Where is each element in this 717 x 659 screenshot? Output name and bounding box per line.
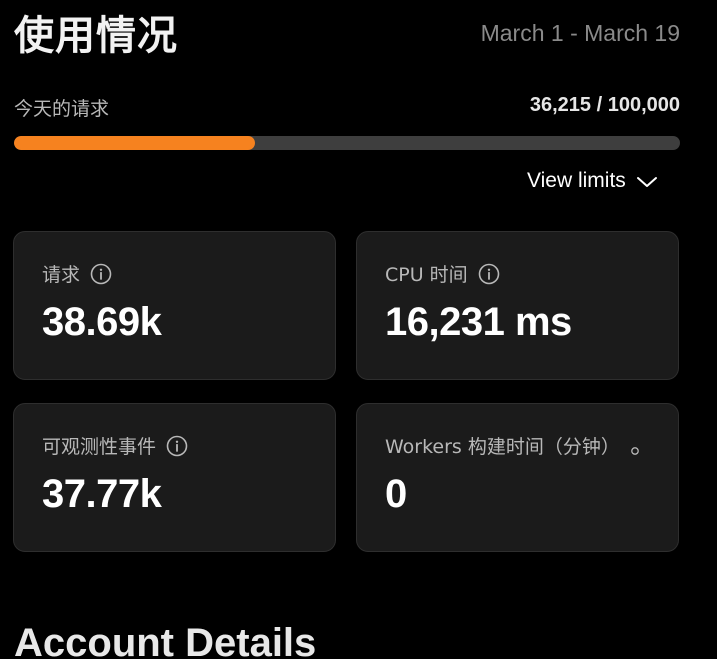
usage-page: 使用情况 March 1 - March 19 今天的请求 36,215 / 1… xyxy=(0,0,717,659)
usage-header: 使用情况 March 1 - March 19 xyxy=(14,8,680,64)
cpu-time-card-label: CPU 时间 xyxy=(385,264,468,286)
account-details-heading: Account Details xyxy=(14,621,317,659)
view-limits-button[interactable]: View limits xyxy=(527,167,658,195)
daily-requests-progress-fill xyxy=(14,136,256,150)
cpu-time-card: CPU 时间 16,231 ms xyxy=(356,231,679,380)
daily-requests-row: 今天的请求 36,215 / 100,000 xyxy=(14,94,680,122)
workers-build-time-card-header: Workers 构建时间（分钟） xyxy=(385,432,640,459)
observability-events-card-label: 可观测性事件 xyxy=(42,436,157,458)
info-icon[interactable] xyxy=(90,263,112,285)
info-icon[interactable] xyxy=(166,435,188,457)
dot-icon xyxy=(630,441,640,455)
requests-card-label: 请求 xyxy=(42,264,81,286)
page-title: 使用情况 xyxy=(14,13,178,59)
cpu-time-card-value: 16,231 ms xyxy=(385,300,572,344)
requests-card: 请求 38.69k xyxy=(13,231,336,380)
cpu-time-card-header: CPU 时间 xyxy=(385,260,500,287)
requests-card-header: 请求 xyxy=(42,260,112,287)
chevron-down-icon xyxy=(636,174,658,188)
daily-requests-progress-bar xyxy=(14,136,680,150)
requests-card-value: 38.69k xyxy=(42,300,162,344)
workers-build-time-card-value: 0 xyxy=(385,472,407,516)
date-range: March 1 - March 19 xyxy=(480,20,680,46)
daily-requests-label: 今天的请求 xyxy=(14,98,110,120)
observability-events-card: 可观测性事件 37.77k xyxy=(13,403,336,552)
view-limits-label: View limits xyxy=(527,169,626,192)
workers-build-time-card-label: Workers 构建时间（分钟） xyxy=(385,436,620,458)
workers-build-time-card: Workers 构建时间（分钟） 0 xyxy=(356,403,679,552)
observability-events-card-header: 可观测性事件 xyxy=(42,432,188,459)
daily-requests-count: 36,215 / 100,000 xyxy=(529,94,680,116)
observability-events-card-value: 37.77k xyxy=(42,472,162,516)
info-icon[interactable] xyxy=(478,263,500,285)
